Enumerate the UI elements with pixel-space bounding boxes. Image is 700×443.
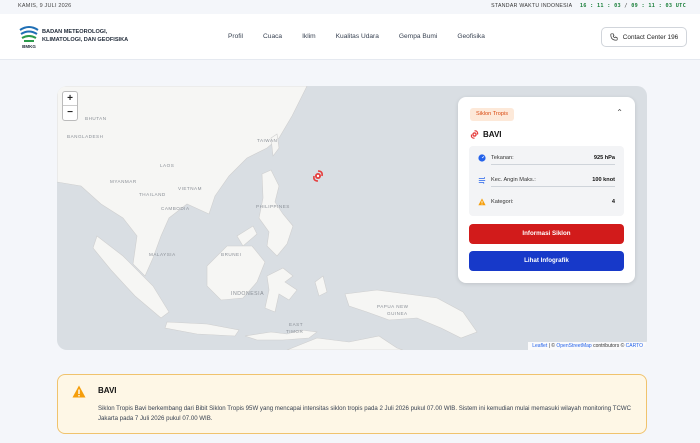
cyclone-icon: [470, 130, 479, 139]
label-bangladesh: BANGLADESH: [67, 134, 104, 139]
label-papua-new: PAPUA NEW: [377, 304, 409, 309]
zoom-control: + −: [62, 91, 78, 121]
label-myanmar: MYANMAR: [110, 179, 137, 184]
brand-name: BADAN METEOROLOGI, KLIMATOLOGI, DAN GEOF…: [42, 29, 129, 43]
zoom-in-button[interactable]: +: [63, 92, 77, 106]
main-nav: Profil Cuaca Iklim Kualitas Udara Gempa …: [228, 33, 505, 40]
label-vietnam: VIETNAM: [178, 186, 202, 191]
label-guinea: GUINEA: [387, 311, 408, 316]
leaflet-link[interactable]: Leaflet: [532, 343, 547, 349]
top-bar: KAMIS, 9 JULI 2026 STANDAR WAKTU INDONES…: [0, 0, 700, 14]
zoom-out-button[interactable]: −: [63, 106, 77, 120]
nav-cuaca[interactable]: Cuaca: [263, 33, 282, 40]
label-thailand: THAILAND: [139, 192, 166, 197]
site-header: BMKG BADAN METEOROLOGI, KLIMATOLOGI, DAN…: [0, 14, 700, 60]
label-brunei: BRUNEI: [221, 252, 242, 257]
nav-iklim[interactable]: Iklim: [302, 33, 316, 40]
stat-wind: Kec. Angin Maks.: 100 knot: [469, 170, 624, 190]
collapse-chevron-icon[interactable]: ⌃: [616, 108, 623, 117]
warning-icon: [478, 198, 486, 206]
nav-geofisika[interactable]: Geofisika: [457, 33, 485, 40]
label-timor: TIMOR: [286, 329, 304, 334]
bmkg-logo[interactable]: BMKG: [18, 25, 40, 49]
carto-link[interactable]: CARTO: [626, 343, 643, 349]
infographic-button[interactable]: Lihat Infografik: [469, 251, 624, 271]
current-date: KAMIS, 9 JULI 2026: [18, 3, 72, 9]
time-label: STANDAR WAKTU INDONESIA: [491, 3, 573, 9]
osm-link[interactable]: OpenStreetMap: [556, 343, 591, 349]
alert-title: BAVI: [98, 386, 117, 395]
cyclone-stats: Tekanan: 925 hPa Kec. Angin Maks.: 100 k…: [469, 146, 624, 216]
alert-text: Siklon Tropis Bavi berkembang dari Bibit…: [98, 405, 631, 422]
contact-center-button[interactable]: Contact Center 196: [601, 27, 687, 47]
clock: STANDAR WAKTU INDONESIA 16 : 11 : 03 / 0…: [491, 3, 686, 9]
wind-icon: [478, 176, 486, 184]
cyclone-type-badge: Siklon Tropis: [470, 108, 515, 121]
label-cambodia: CAMBODIA: [161, 206, 190, 211]
label-bhutan: BHUTAN: [85, 116, 107, 121]
contact-label: Contact Center 196: [622, 33, 679, 41]
nav-profil[interactable]: Profil: [228, 33, 243, 40]
nav-gempa-bumi[interactable]: Gempa Bumi: [399, 33, 437, 40]
logo-text: BMKG: [22, 44, 36, 49]
cyclone-icon: [313, 170, 323, 182]
gauge-icon: [478, 154, 486, 162]
label-east: EAST: [289, 322, 303, 327]
phone-icon: [610, 33, 618, 41]
cyclone-name: BAVI: [483, 130, 502, 139]
cyclone-title: BAVI: [470, 130, 502, 139]
label-taiwan: TAIWAN: [257, 138, 278, 143]
cyclone-alert: BAVI Siklon Tropis Bavi berkembang dari …: [57, 374, 647, 434]
time-wib: 16 : 11 : 03: [579, 3, 621, 9]
stat-category: Kategori: 4: [469, 192, 624, 212]
label-philippines: PHILIPPINES: [256, 204, 290, 209]
time-utc: 09 : 11 : 03 UTC: [631, 3, 686, 9]
stat-pressure: Tekanan: 925 hPa: [469, 148, 624, 168]
label-malaysia: MALAYSIA: [149, 252, 176, 257]
nav-kualitas-udara[interactable]: Kualitas Udara: [336, 33, 379, 40]
label-laos: LAOS: [160, 163, 175, 168]
cyclone-info-button[interactable]: Informasi Siklon: [469, 224, 624, 244]
cyclone-info-panel: Siklon Tropis ⌃ BAVI Tekanan: 925 hPa Ke…: [458, 97, 635, 283]
warning-icon: [72, 385, 86, 398]
map-attribution: Leaflet | © OpenStreetMap contributors ©…: [528, 342, 647, 350]
cyclone-marker[interactable]: [312, 169, 324, 182]
label-indonesia: INDONESIA: [231, 291, 265, 297]
